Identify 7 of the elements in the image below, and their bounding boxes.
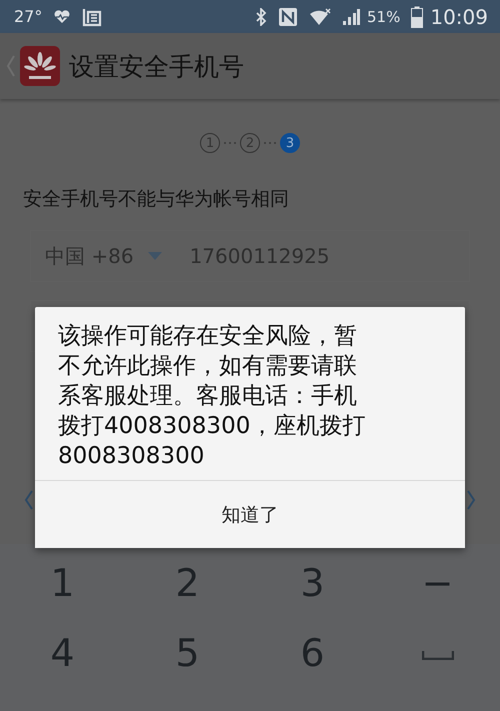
page-title: 设置安全手机号 xyxy=(69,50,244,82)
notice-text: 安全手机号不能与华为帐号相同 xyxy=(23,187,290,212)
temperature-text: 27° xyxy=(14,7,42,26)
step-indicator: 3 xyxy=(280,133,300,153)
battery-percent-text: 51% xyxy=(367,8,400,26)
dialog-message: 该操作可能存在安全风险，暂不允许此操作，如有需要请联系客服处理。客服电话：手机拨打4008308300，座机拨打8008308300 xyxy=(57,322,366,471)
clock-text: 10:09 xyxy=(430,4,488,28)
